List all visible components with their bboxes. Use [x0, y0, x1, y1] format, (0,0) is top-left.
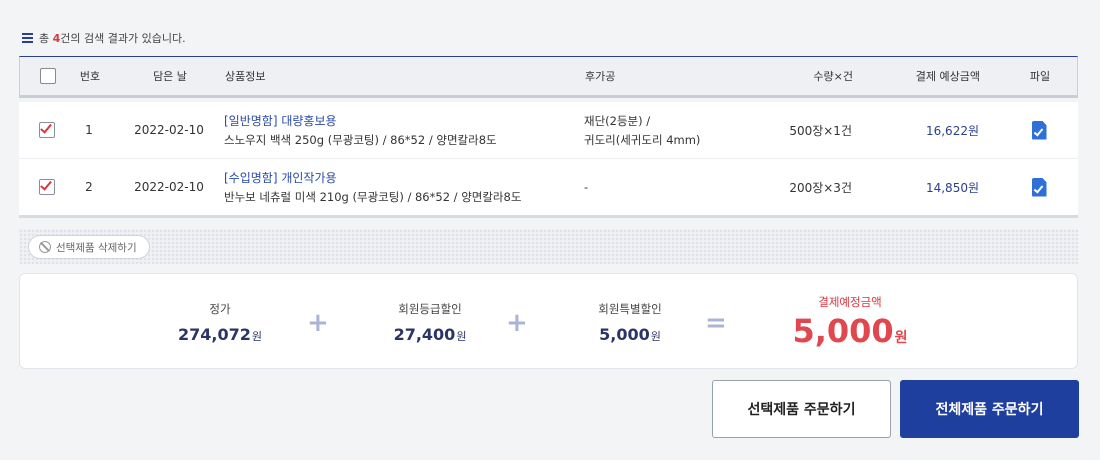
post-processing-line2: 귀도리(세귀도리 4mm)	[584, 132, 701, 147]
header-qty: 수량×건	[813, 70, 853, 83]
list-icon	[22, 33, 33, 43]
currency-unit: 원	[456, 330, 467, 343]
header-amount: 결제 예상금액	[915, 70, 980, 83]
row-qty: 200장×3건	[789, 180, 852, 195]
grade-discount-label: 회원등급할인	[398, 302, 462, 316]
expected-payment-label: 결제예정금액	[818, 295, 882, 309]
post-processing-line1: 재단(2등분) /	[584, 113, 651, 128]
product-title[interactable]: [일반명함] 대량홍보용	[224, 112, 497, 129]
action-band	[19, 229, 1078, 264]
header-info: 상품정보	[225, 70, 266, 83]
file-check-icon[interactable]	[1031, 120, 1047, 140]
cart-table-header: 번호 담은 날 상품정보 후가공 수량×건 결제 예상금액 파일	[19, 56, 1078, 98]
grade-discount-value: 27,400	[393, 325, 456, 344]
currency-unit: 원	[251, 330, 262, 343]
currency-unit: 원	[894, 330, 908, 346]
special-discount-value: 5,000	[599, 325, 650, 344]
post-processing-line1: -	[584, 180, 589, 194]
expected-payment-block: 결제예정금액 5,000원	[770, 294, 930, 350]
delete-selected-button[interactable]: 선택제품 삭제하기	[28, 235, 150, 259]
result-summary: 총 4건의 검색 결과가 있습니다.	[22, 30, 186, 46]
list-price-block: 정가 274,072원	[160, 301, 280, 344]
product-spec: 반누보 네츄럴 미색 210g (무광코팅) / 86*52 / 양면칼라8도	[224, 190, 522, 204]
grade-discount-block: 회원등급할인 27,400원	[360, 301, 500, 344]
expected-payment-value: 5,000	[792, 312, 894, 350]
row-checkbox[interactable]	[39, 178, 55, 195]
row-checkbox[interactable]	[39, 121, 55, 138]
summary-prefix: 총	[39, 32, 53, 45]
header-post: 후가공	[585, 70, 616, 83]
special-discount-block: 회원특별할인 5,000원	[560, 301, 700, 344]
ban-icon	[39, 241, 51, 253]
table-row: 1 2022-02-10 [일반명함] 대량홍보용 스노우지 백색 250g (…	[19, 102, 1078, 158]
select-all-checkbox[interactable]	[40, 68, 56, 84]
delete-selected-label: 선택제품 삭제하기	[56, 241, 137, 254]
row-qty: 500장×1건	[789, 123, 852, 138]
order-selected-button[interactable]: 선택제품 주문하기	[712, 380, 891, 438]
header-date: 담은 날	[153, 70, 187, 83]
check-icon	[40, 121, 52, 134]
header-file: 파일	[1029, 70, 1051, 83]
row-amount: 16,622원	[925, 123, 979, 138]
plus-icon: +	[307, 308, 329, 338]
row-no: 2	[85, 180, 93, 194]
equals-icon: =	[705, 308, 727, 338]
plus-icon: +	[506, 308, 528, 338]
summary-suffix: 건의 검색 결과가 있습니다.	[60, 32, 186, 45]
order-all-button[interactable]: 전체제품 주문하기	[900, 380, 1079, 438]
list-price-label: 정가	[209, 302, 231, 316]
product-title[interactable]: [수입명함] 개인작가용	[224, 169, 521, 186]
row-date: 2022-02-10	[134, 123, 204, 137]
list-price-value: 274,072	[178, 325, 251, 344]
special-discount-label: 회원특별할인	[598, 302, 662, 316]
table-row: 2 2022-02-10 [수입명함] 개인작가용 반누보 네츄럴 미색 210…	[19, 159, 1078, 218]
product-spec: 스노우지 백색 250g (무광코팅) / 86*52 / 양면칼라8도	[224, 133, 497, 147]
check-icon	[40, 178, 52, 191]
price-summary-panel: 정가 274,072원 + 회원등급할인 27,400원 + 회원특별할인 5,…	[19, 273, 1078, 369]
currency-unit: 원	[650, 330, 661, 343]
row-no: 1	[85, 123, 93, 137]
row-amount: 14,850원	[925, 180, 979, 195]
file-check-icon[interactable]	[1031, 177, 1047, 197]
row-date: 2022-02-10	[134, 180, 204, 194]
header-no: 번호	[79, 70, 101, 83]
